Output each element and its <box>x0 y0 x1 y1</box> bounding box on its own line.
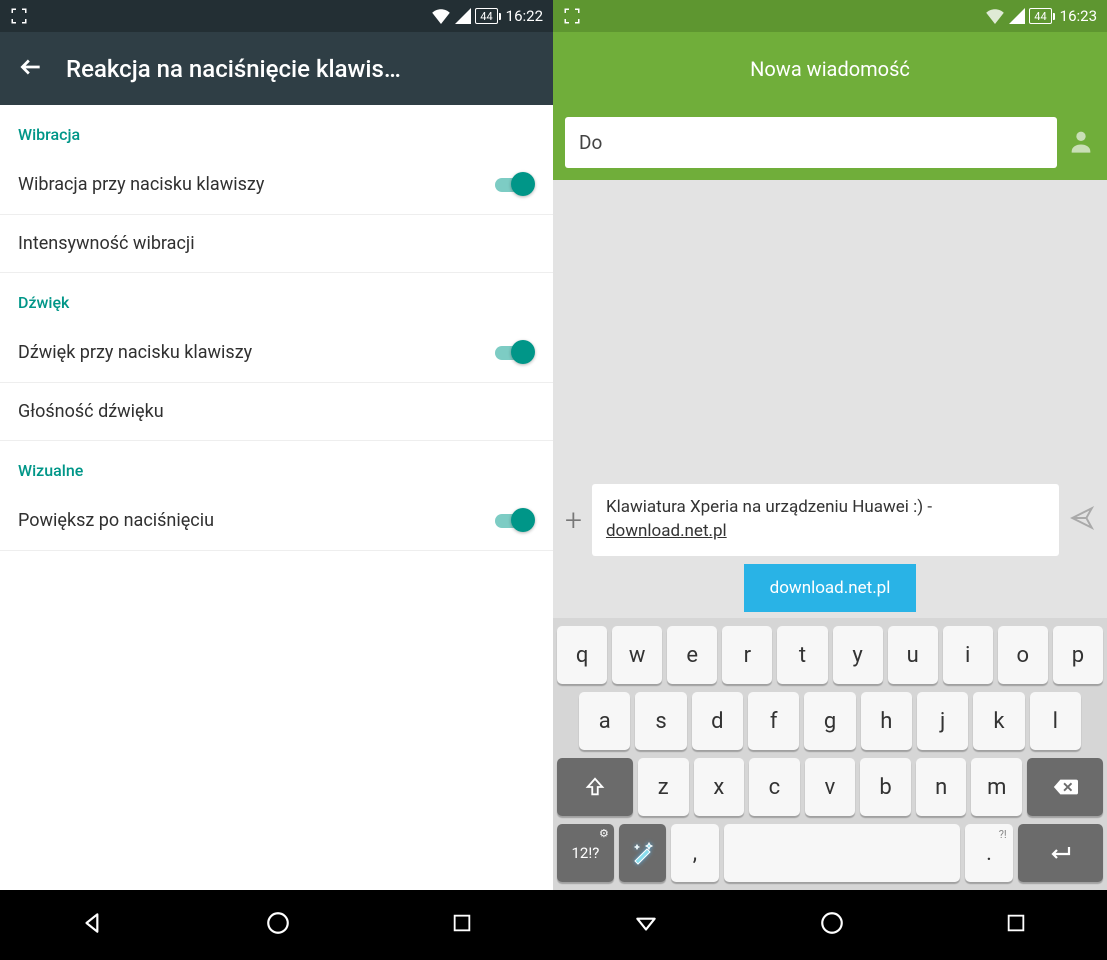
battery-level: 44 <box>480 10 492 23</box>
key-v[interactable]: v <box>805 758 856 816</box>
kb-row-4: 12!? ⚙ , . ?! <box>557 824 1103 882</box>
suggestion-chip[interactable]: download.net.pl <box>744 564 917 612</box>
section-header-visual: Wizualne <box>0 441 553 490</box>
kb-row-2: a s d f g h j k l <box>557 692 1103 750</box>
wifi-icon <box>985 8 1005 24</box>
key-backspace[interactable] <box>1027 758 1103 816</box>
nav-home-icon[interactable] <box>265 910 291 940</box>
section-header-vibration: Wibracja <box>0 105 553 154</box>
appbar: Nowa wiadomość <box>553 32 1107 105</box>
key-d[interactable]: d <box>692 692 743 750</box>
compose-link: download.net.pl <box>606 521 727 541</box>
key-q[interactable]: q <box>557 626 607 684</box>
toggle-switch[interactable] <box>493 340 535 364</box>
nav-back-icon[interactable] <box>633 910 659 940</box>
key-a[interactable]: a <box>579 692 630 750</box>
gear-icon: ⚙ <box>599 827 609 840</box>
key-l[interactable]: l <box>1030 692 1081 750</box>
key-e[interactable]: e <box>667 626 717 684</box>
key-n[interactable]: n <box>916 758 967 816</box>
setting-sound-volume[interactable]: Głośność dźwięku <box>0 383 553 441</box>
key-f[interactable]: f <box>748 692 799 750</box>
battery-icon: 44 <box>1029 8 1051 24</box>
key-period[interactable]: . ?! <box>965 824 1012 882</box>
key-b[interactable]: b <box>860 758 911 816</box>
signal-icon <box>1009 8 1025 24</box>
key-c[interactable]: c <box>749 758 800 816</box>
status-time: 16:22 <box>506 7 543 25</box>
keyboard: q w e r t y u i o p a s d f g h j k l <box>553 618 1107 890</box>
recipient-row: Do <box>553 105 1107 180</box>
key-z[interactable]: z <box>638 758 689 816</box>
fullscreen-icon <box>10 7 28 25</box>
message-area: + Klawiatura Xperia na urządzeniu Huawei… <box>553 180 1107 890</box>
setting-label: Intensywność wibracji <box>18 233 195 254</box>
key-p[interactable]: p <box>1053 626 1103 684</box>
suggestion-bar: download.net.pl <box>553 564 1107 618</box>
key-space[interactable] <box>724 824 961 882</box>
toggle-switch[interactable] <box>493 172 535 196</box>
android-navbar <box>0 890 553 960</box>
kb-row-3: z x c v b n m <box>557 758 1103 816</box>
attach-icon[interactable]: + <box>565 503 582 538</box>
statusbar-right: 44 16:23 <box>553 0 1107 32</box>
kb-row-1: q w e r t y u i o p <box>557 626 1103 684</box>
key-t[interactable]: t <box>777 626 827 684</box>
setting-label: Powiększ po naciśnięciu <box>18 510 214 531</box>
fullscreen-icon <box>563 7 581 25</box>
compose-row: + Klawiatura Xperia na urządzeniu Huawei… <box>553 476 1107 564</box>
key-k[interactable]: k <box>973 692 1024 750</box>
battery-icon: 44 <box>475 8 497 24</box>
key-period-alt: ?! <box>999 828 1007 841</box>
page-title: Reakcja na naciśnięcie klawis… <box>66 55 401 83</box>
toggle-switch[interactable] <box>493 508 535 532</box>
compose-input[interactable]: Klawiatura Xperia na urządzeniu Huawei :… <box>592 484 1059 556</box>
nav-back-icon[interactable] <box>80 910 106 940</box>
contact-icon[interactable] <box>1067 127 1095 159</box>
key-j[interactable]: j <box>917 692 968 750</box>
signal-icon <box>455 8 471 24</box>
key-i[interactable]: i <box>943 626 993 684</box>
section-header-sound: Dźwięk <box>0 273 553 322</box>
key-g[interactable]: g <box>804 692 855 750</box>
setting-visual-enlarge[interactable]: Powiększ po naciśnięciu <box>0 490 553 551</box>
status-time: 16:23 <box>1060 7 1097 25</box>
statusbar-left: 44 16:22 <box>0 0 553 32</box>
battery-level: 44 <box>1034 10 1046 23</box>
key-o[interactable]: o <box>998 626 1048 684</box>
key-symbols[interactable]: 12!? ⚙ <box>557 824 614 882</box>
send-icon[interactable] <box>1069 505 1095 535</box>
key-comma[interactable]: , <box>671 824 718 882</box>
key-enter[interactable] <box>1018 824 1103 882</box>
key-r[interactable]: r <box>722 626 772 684</box>
key-shift[interactable] <box>557 758 633 816</box>
key-x[interactable]: x <box>694 758 745 816</box>
back-icon[interactable] <box>18 54 44 84</box>
nav-recent-icon[interactable] <box>451 912 473 938</box>
key-m[interactable]: m <box>971 758 1022 816</box>
setting-label: Wibracja przy nacisku klawiszy <box>18 174 264 195</box>
key-magic[interactable] <box>619 824 666 882</box>
wifi-icon <box>431 8 451 24</box>
setting-vibration-toggle[interactable]: Wibracja przy nacisku klawiszy <box>0 154 553 215</box>
recipient-input[interactable]: Do <box>565 117 1057 168</box>
setting-vibration-intensity[interactable]: Intensywność wibracji <box>0 215 553 273</box>
compose-text: Klawiatura Xperia na urządzeniu Huawei :… <box>606 497 932 517</box>
nav-recent-icon[interactable] <box>1005 912 1027 938</box>
key-u[interactable]: u <box>888 626 938 684</box>
appbar: Reakcja na naciśnięcie klawis… <box>0 32 553 105</box>
key-s[interactable]: s <box>635 692 686 750</box>
page-title: Nowa wiadomość <box>750 57 910 81</box>
setting-label: Głośność dźwięku <box>18 401 164 422</box>
key-h[interactable]: h <box>861 692 912 750</box>
key-y[interactable]: y <box>833 626 883 684</box>
setting-sound-toggle[interactable]: Dźwięk przy nacisku klawiszy <box>0 322 553 383</box>
settings-list: Wibracja Wibracja przy nacisku klawiszy … <box>0 105 553 890</box>
nav-home-icon[interactable] <box>819 910 845 940</box>
setting-label: Dźwięk przy nacisku klawiszy <box>18 342 252 363</box>
android-navbar <box>553 890 1107 960</box>
key-w[interactable]: w <box>612 626 662 684</box>
